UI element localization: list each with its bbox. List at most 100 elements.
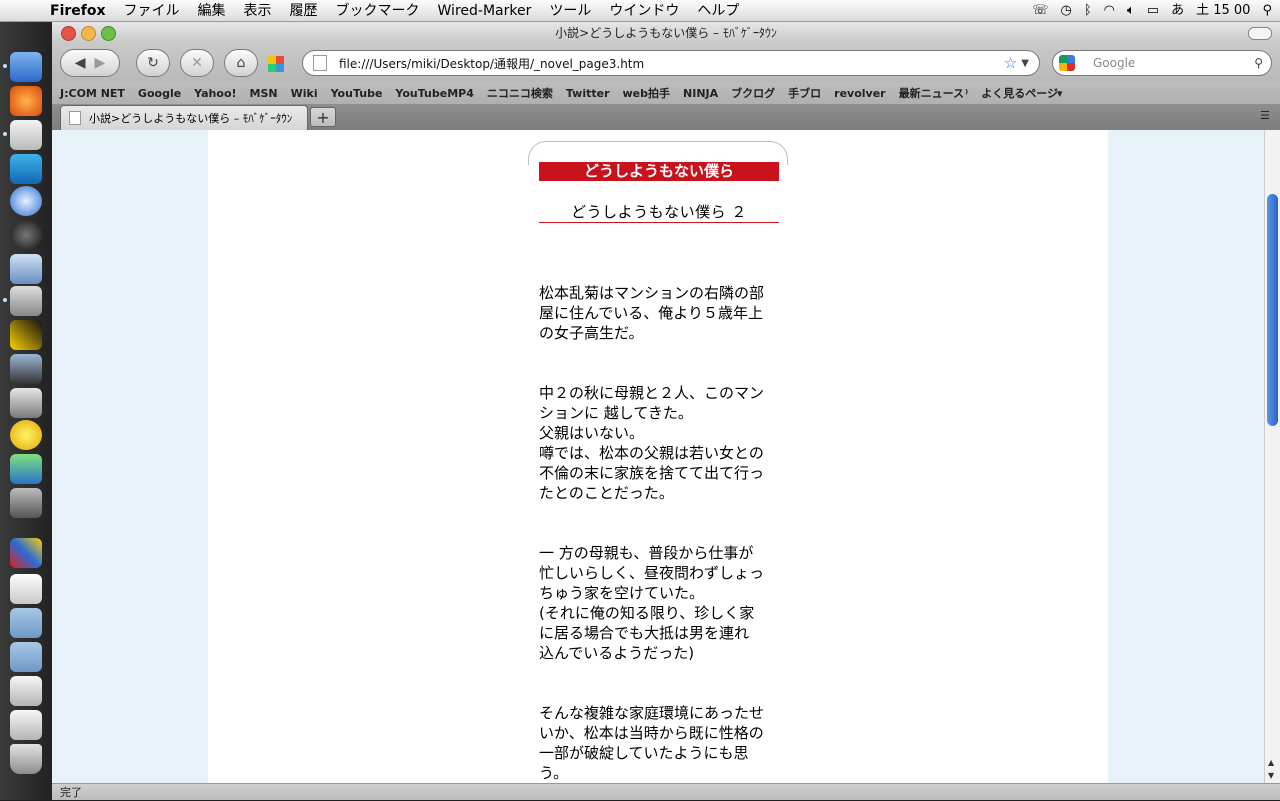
novel-line: ションに 越してきた。 [539,404,693,422]
scroll-up-arrow-icon[interactable]: ▲ [1268,758,1274,767]
novel-line: そんな複雑な家庭環境にあったせ [539,704,765,722]
app-icon[interactable] [10,154,42,184]
running-indicator [3,64,7,68]
bookmark-item[interactable]: Wiki [291,87,318,100]
back-arrow-icon[interactable]: ◀ [75,55,86,71]
page-content[interactable]: どうしようもない僕ら どうしようもない僕ら ２ 松本乱菊はマンションの右隣の部屋… [52,130,1264,783]
page-icon [313,55,327,71]
text-editor-icon[interactable] [10,120,42,150]
menu-bookmarks[interactable]: ブックマーク [327,0,429,22]
trash-icon[interactable] [10,744,42,774]
window-thumbnail-icon[interactable] [10,676,42,706]
menu-tools[interactable]: ツール [540,0,600,22]
url-text[interactable]: file:///Users/miki/Desktop/通報用/_novel_pa… [339,55,1004,72]
menu-window[interactable]: ウインドウ [600,0,688,22]
bookmark-item[interactable]: ニコニコ検索 [487,85,553,101]
menu-file[interactable]: ファイル [115,0,189,22]
search-icon[interactable]: ⚲ [1254,56,1263,70]
reload-button[interactable]: ↻ [136,49,170,77]
toolbar-toggle-button[interactable] [1248,27,1272,40]
menu-help[interactable]: ヘルプ [688,0,748,22]
tab-title[interactable]: 小説>どうしようもない僕ら – ﾓﾊﾞｹﾞｰﾀｳﾝ [89,110,292,126]
status-bar: 完了 [52,783,1280,800]
printer-icon[interactable] [10,388,42,418]
new-tab-button[interactable]: + [310,107,336,127]
bookmark-item[interactable]: J:COM NET [60,87,125,100]
url-dropdown-icon[interactable]: ▼ [1021,58,1029,69]
messenger-icon[interactable] [10,420,42,450]
menu-view[interactable]: 表示 [235,0,281,22]
browser-window: 小説>どうしようもない僕ら – ﾓﾊﾞｹﾞｰﾀｳﾝ ◀ ▶ ↻ ✕ ⌂ file… [52,22,1280,800]
bookmark-item[interactable]: revolver [834,87,885,100]
phone-icon[interactable]: ☏ [1032,0,1048,22]
novel-paragraph: そんな複雑な家庭環境にあったせ いか、松本は当時から既に性格の 一部が破綻していたよ… [539,703,781,783]
address-bar[interactable]: file:///Users/miki/Desktop/通報用/_novel_pa… [302,50,1040,76]
firefox-icon[interactable] [10,86,42,116]
itunes-icon[interactable] [10,186,42,216]
home-icon: ⌂ [236,55,246,71]
wifi-icon[interactable]: ◠ [1104,0,1115,22]
novel-body: 松本乱菊はマンションの右隣の部 屋に住んでいる、俺より５歳年上 の女子高生だ。 中２の… [539,283,781,783]
menu-history[interactable]: 履歴 [281,0,327,22]
bookmark-item[interactable]: YouTubeMP4 [395,87,473,100]
bookmark-item[interactable]: MSN [250,87,278,100]
novel-line: 込んでいるようだった) [539,644,695,662]
volume-icon[interactable]: 🔈︎ [1127,0,1135,22]
mail-icon[interactable] [10,254,42,284]
menu-edit[interactable]: 編集 [189,0,235,22]
novel-line: 忙しいらしく、昼夜問わずしょっ [539,564,765,582]
vertical-scrollbar[interactable]: ▲ ▼ [1264,130,1280,783]
dashboard-icon[interactable] [10,220,42,250]
search-box[interactable]: Google ⚲ [1052,50,1272,76]
bookmark-folder[interactable]: よく見るページ [981,85,1058,101]
scroll-down-arrow-icon[interactable]: ▼ [1268,771,1274,780]
chevron-down-icon[interactable]: ▾ [1057,87,1063,100]
spotlight-icon[interactable]: ⚲ [1262,0,1272,22]
menu-firefox[interactable]: Firefox [38,0,115,22]
camera-icon[interactable] [10,354,42,384]
html-file-icon[interactable] [10,574,42,604]
scrollbar-thumb[interactable] [1267,194,1278,426]
app-icon[interactable] [10,538,42,568]
stop-button[interactable]: ✕ [180,49,214,77]
window-thumbnail-icon[interactable] [10,710,42,740]
bookmark-item[interactable]: Yahoo! [194,87,236,100]
rss-feed-icon[interactable]: ⁾ [965,87,968,100]
bookmark-item[interactable]: web拍手 [623,85,671,101]
bookmark-item[interactable]: Google [138,87,181,100]
time-machine-icon[interactable]: ◷ [1060,0,1071,22]
novel-line: 松本乱菊はマンションの右隣の部 [539,284,765,302]
search-input[interactable]: Google [1093,56,1254,70]
novel-paragraph: 一 方の母親も、普段から仕事が 忙しいらしく、昼夜問わずしょっ ちゅう家を空けていた… [539,543,781,663]
bluetooth-icon[interactable]: ᛒ [1084,0,1092,22]
speed-dial-icon[interactable] [268,56,284,72]
bookmark-item[interactable]: 手ブロ [788,85,821,101]
forward-arrow-icon[interactable]: ▶ [94,55,105,71]
bookmark-item[interactable]: ブクログ [731,85,775,101]
novel-line: 一 方の母親も、普段から仕事が [539,544,754,562]
bookmark-item[interactable]: YouTube [331,87,383,100]
finder-icon[interactable] [10,52,42,82]
bookmark-item[interactable]: Twitter [566,87,610,100]
novel-line: (それに俺の知る限り、珍しく家 [539,604,755,622]
documents-folder-icon[interactable] [10,608,42,638]
tab-list-icon[interactable]: ☰ [1260,109,1274,122]
bookmark-star-icon[interactable]: ☆ [1004,54,1017,72]
battery-icon[interactable]: ▭ [1147,0,1159,22]
bookmark-item[interactable]: 最新ニュース [899,85,964,101]
google-engine-icon[interactable] [1059,55,1075,71]
input-method-indicator[interactable]: あ [1171,0,1184,22]
menu-wired-marker[interactable]: Wired-Marker [429,0,541,22]
novel-line: 父親はいない。 [539,424,645,442]
preview-icon[interactable] [10,286,42,316]
chess-icon[interactable] [10,320,42,350]
system-preferences-icon[interactable] [10,488,42,518]
home-button[interactable]: ⌂ [224,49,258,77]
bookmark-item[interactable]: NINJA [683,87,718,100]
menubar-clock[interactable]: 土 15 00 [1196,0,1250,22]
downloads-folder-icon[interactable] [10,642,42,672]
tab-active[interactable]: 小説>どうしようもない僕ら – ﾓﾊﾞｹﾞｰﾀｳﾝ [60,105,308,130]
back-forward-button[interactable]: ◀ ▶ [60,49,120,77]
novel-line: 屋に住んでいる、俺より５歳年上 [539,304,763,322]
people-icon[interactable] [10,454,42,484]
